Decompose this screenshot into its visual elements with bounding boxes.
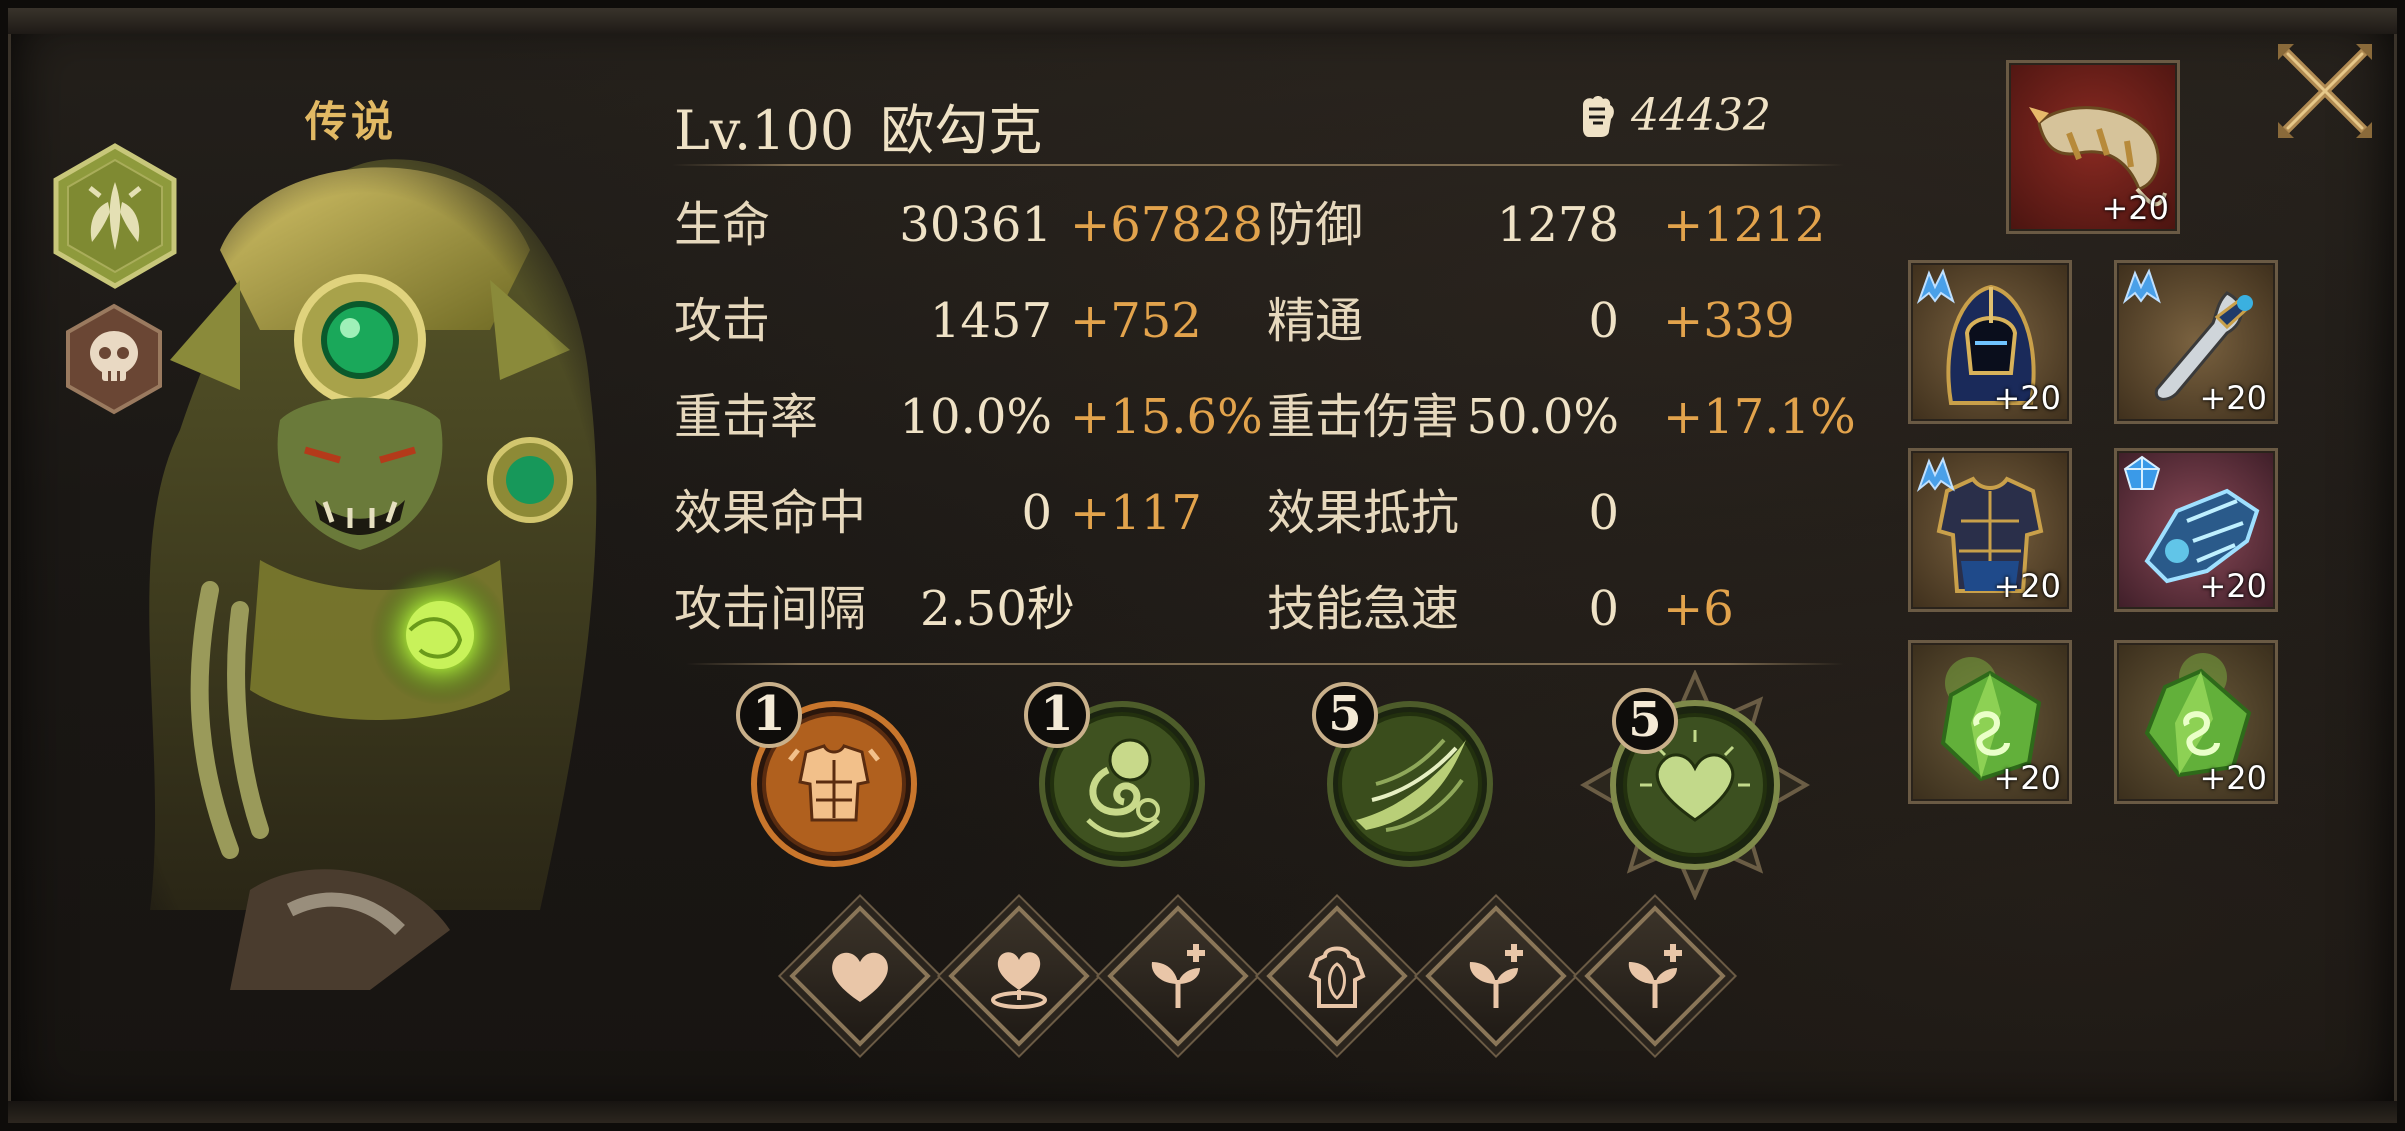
stat-label: 攻击间隔 — [674, 581, 867, 637]
sprout-plus-icon — [1628, 944, 1682, 1008]
stat-row-hp: 生命 30361 +67828 — [674, 195, 1263, 255]
skill-slot-4[interactable]: 5 — [1579, 668, 1811, 904]
stat-base: 0 — [1588, 293, 1619, 349]
stat-bonus: +1212 — [1663, 197, 1826, 253]
trait-slot-6[interactable] — [1584, 905, 1726, 1047]
combat-power-value: 44432 — [1631, 90, 1771, 141]
equip-slot-helmet[interactable]: +20 — [1908, 260, 2072, 424]
trait-slot-5[interactable] — [1425, 905, 1567, 1047]
stat-row-skill-haste: 技能急速 0 +6 — [1267, 579, 1827, 639]
skill-level-badge: 5 — [1312, 682, 1378, 748]
equip-slot-gem-right[interactable]: +20 — [2114, 640, 2278, 804]
stat-bonus: +752 — [1070, 293, 1202, 349]
skill-level-badge: 1 — [736, 682, 802, 748]
stat-base: 10.0% — [899, 389, 1052, 445]
stat-base: 2.50秒 — [920, 581, 1075, 637]
panel-top-border — [8, 8, 2397, 34]
stat-base: 30361 — [899, 197, 1052, 253]
heart-skill-icon — [1579, 668, 1811, 902]
equip-slot-gem-left[interactable]: +20 — [1908, 640, 2072, 804]
fist-icon — [1583, 95, 1614, 137]
trait-slot-4[interactable] — [1266, 905, 1408, 1047]
stat-bonus: +339 — [1663, 293, 1795, 349]
close-button[interactable] — [2270, 36, 2380, 146]
stat-label: 攻击 — [674, 293, 771, 349]
stat-row-effect-resist: 效果抵抗 0 — [1267, 483, 1827, 543]
stat-bonus: +117 — [1070, 485, 1202, 541]
skill-level-badge: 1 — [1024, 682, 1090, 748]
stat-base: 1457 — [929, 293, 1052, 349]
trait-slot-1[interactable] — [789, 905, 931, 1047]
enhance-level: +20 — [1993, 567, 2061, 605]
equip-slot-armor[interactable]: +20 — [1908, 448, 2072, 612]
rarity-gem-icon — [2123, 455, 2161, 490]
combat-power: 44432 — [1575, 90, 1771, 141]
stat-base: 1278 — [1496, 197, 1619, 253]
stat-base: 0 — [1588, 485, 1619, 541]
stat-row-attack-interval: 攻击间隔 2.50秒 — [674, 579, 1234, 639]
stat-row-effect-hit: 效果命中 0 +117 — [674, 483, 1234, 543]
skill-slot-2[interactable]: 1 — [1024, 682, 1206, 872]
rarity-wing-icon — [1916, 268, 1955, 304]
stat-row-mastery: 精通 0 +339 — [1267, 291, 1827, 351]
stat-label: 重击伤害 — [1267, 389, 1460, 445]
heart-aura-icon — [991, 952, 1047, 1009]
stat-row-attack: 攻击 1457 +752 — [674, 291, 1234, 351]
stat-bonus: +67828 — [1070, 197, 1263, 253]
title-divider — [672, 164, 1844, 166]
stat-label: 重击率 — [674, 389, 819, 445]
hero-title: Lv.100 欧勾克 — [674, 86, 1042, 165]
equip-slot-relic[interactable]: +20 — [2006, 60, 2180, 234]
trait-slot-2[interactable] — [948, 905, 1090, 1047]
stat-base: 0 — [1021, 485, 1052, 541]
stat-label: 精通 — [1267, 293, 1364, 349]
enhance-level: +20 — [2101, 189, 2169, 227]
hero-name: 欧勾克 — [880, 99, 1043, 162]
heart-icon — [832, 952, 888, 1002]
hero-level: Lv.100 — [674, 99, 855, 162]
stat-label: 效果命中 — [674, 485, 867, 541]
sprout-plus-icon — [1469, 944, 1523, 1008]
close-icon — [2278, 44, 2372, 138]
rarity-wing-icon — [1916, 456, 1955, 492]
sprout-plus-icon — [1151, 944, 1205, 1008]
stat-row-defense: 防御 1278 +1212 — [1267, 195, 1827, 255]
stat-row-crit-rate: 重击率 10.0% +15.6% — [674, 387, 1263, 447]
trait-slot-3[interactable] — [1107, 905, 1249, 1047]
equip-slot-gauntlet[interactable]: +20 — [2114, 448, 2278, 612]
enhance-level: +20 — [2199, 759, 2267, 797]
stat-bonus: +6 — [1663, 581, 1734, 637]
stat-label: 技能急速 — [1267, 581, 1460, 637]
panel-bottom-border — [8, 1101, 2397, 1123]
rarity-wing-icon — [2122, 268, 2161, 304]
equip-slot-weapon[interactable]: +20 — [2114, 260, 2278, 424]
stat-bonus: +15.6% — [1070, 389, 1263, 445]
enhance-level: +20 — [1993, 759, 2061, 797]
skill-slot-3[interactable]: 5 — [1312, 682, 1494, 872]
stats-divider — [686, 663, 1844, 665]
skill-level-badge: 5 — [1612, 688, 1678, 754]
enhance-level: +20 — [1993, 379, 2061, 417]
stat-base: 0 — [1588, 581, 1619, 637]
skill-slot-1[interactable]: 1 — [736, 682, 918, 872]
stat-bonus: +17.1% — [1663, 389, 1856, 445]
stat-label: 生命 — [674, 197, 771, 253]
enhance-level: +20 — [2199, 379, 2267, 417]
hero-portrait — [110, 130, 620, 1030]
stat-label: 效果抵抗 — [1267, 485, 1460, 541]
stat-row-crit-damage: 重击伤害 50.0% +17.1% — [1267, 387, 1856, 447]
body-shield-icon — [1308, 946, 1366, 1008]
stat-base: 50.0% — [1466, 389, 1619, 445]
enhance-level: +20 — [2199, 567, 2267, 605]
stat-label: 防御 — [1267, 197, 1364, 253]
